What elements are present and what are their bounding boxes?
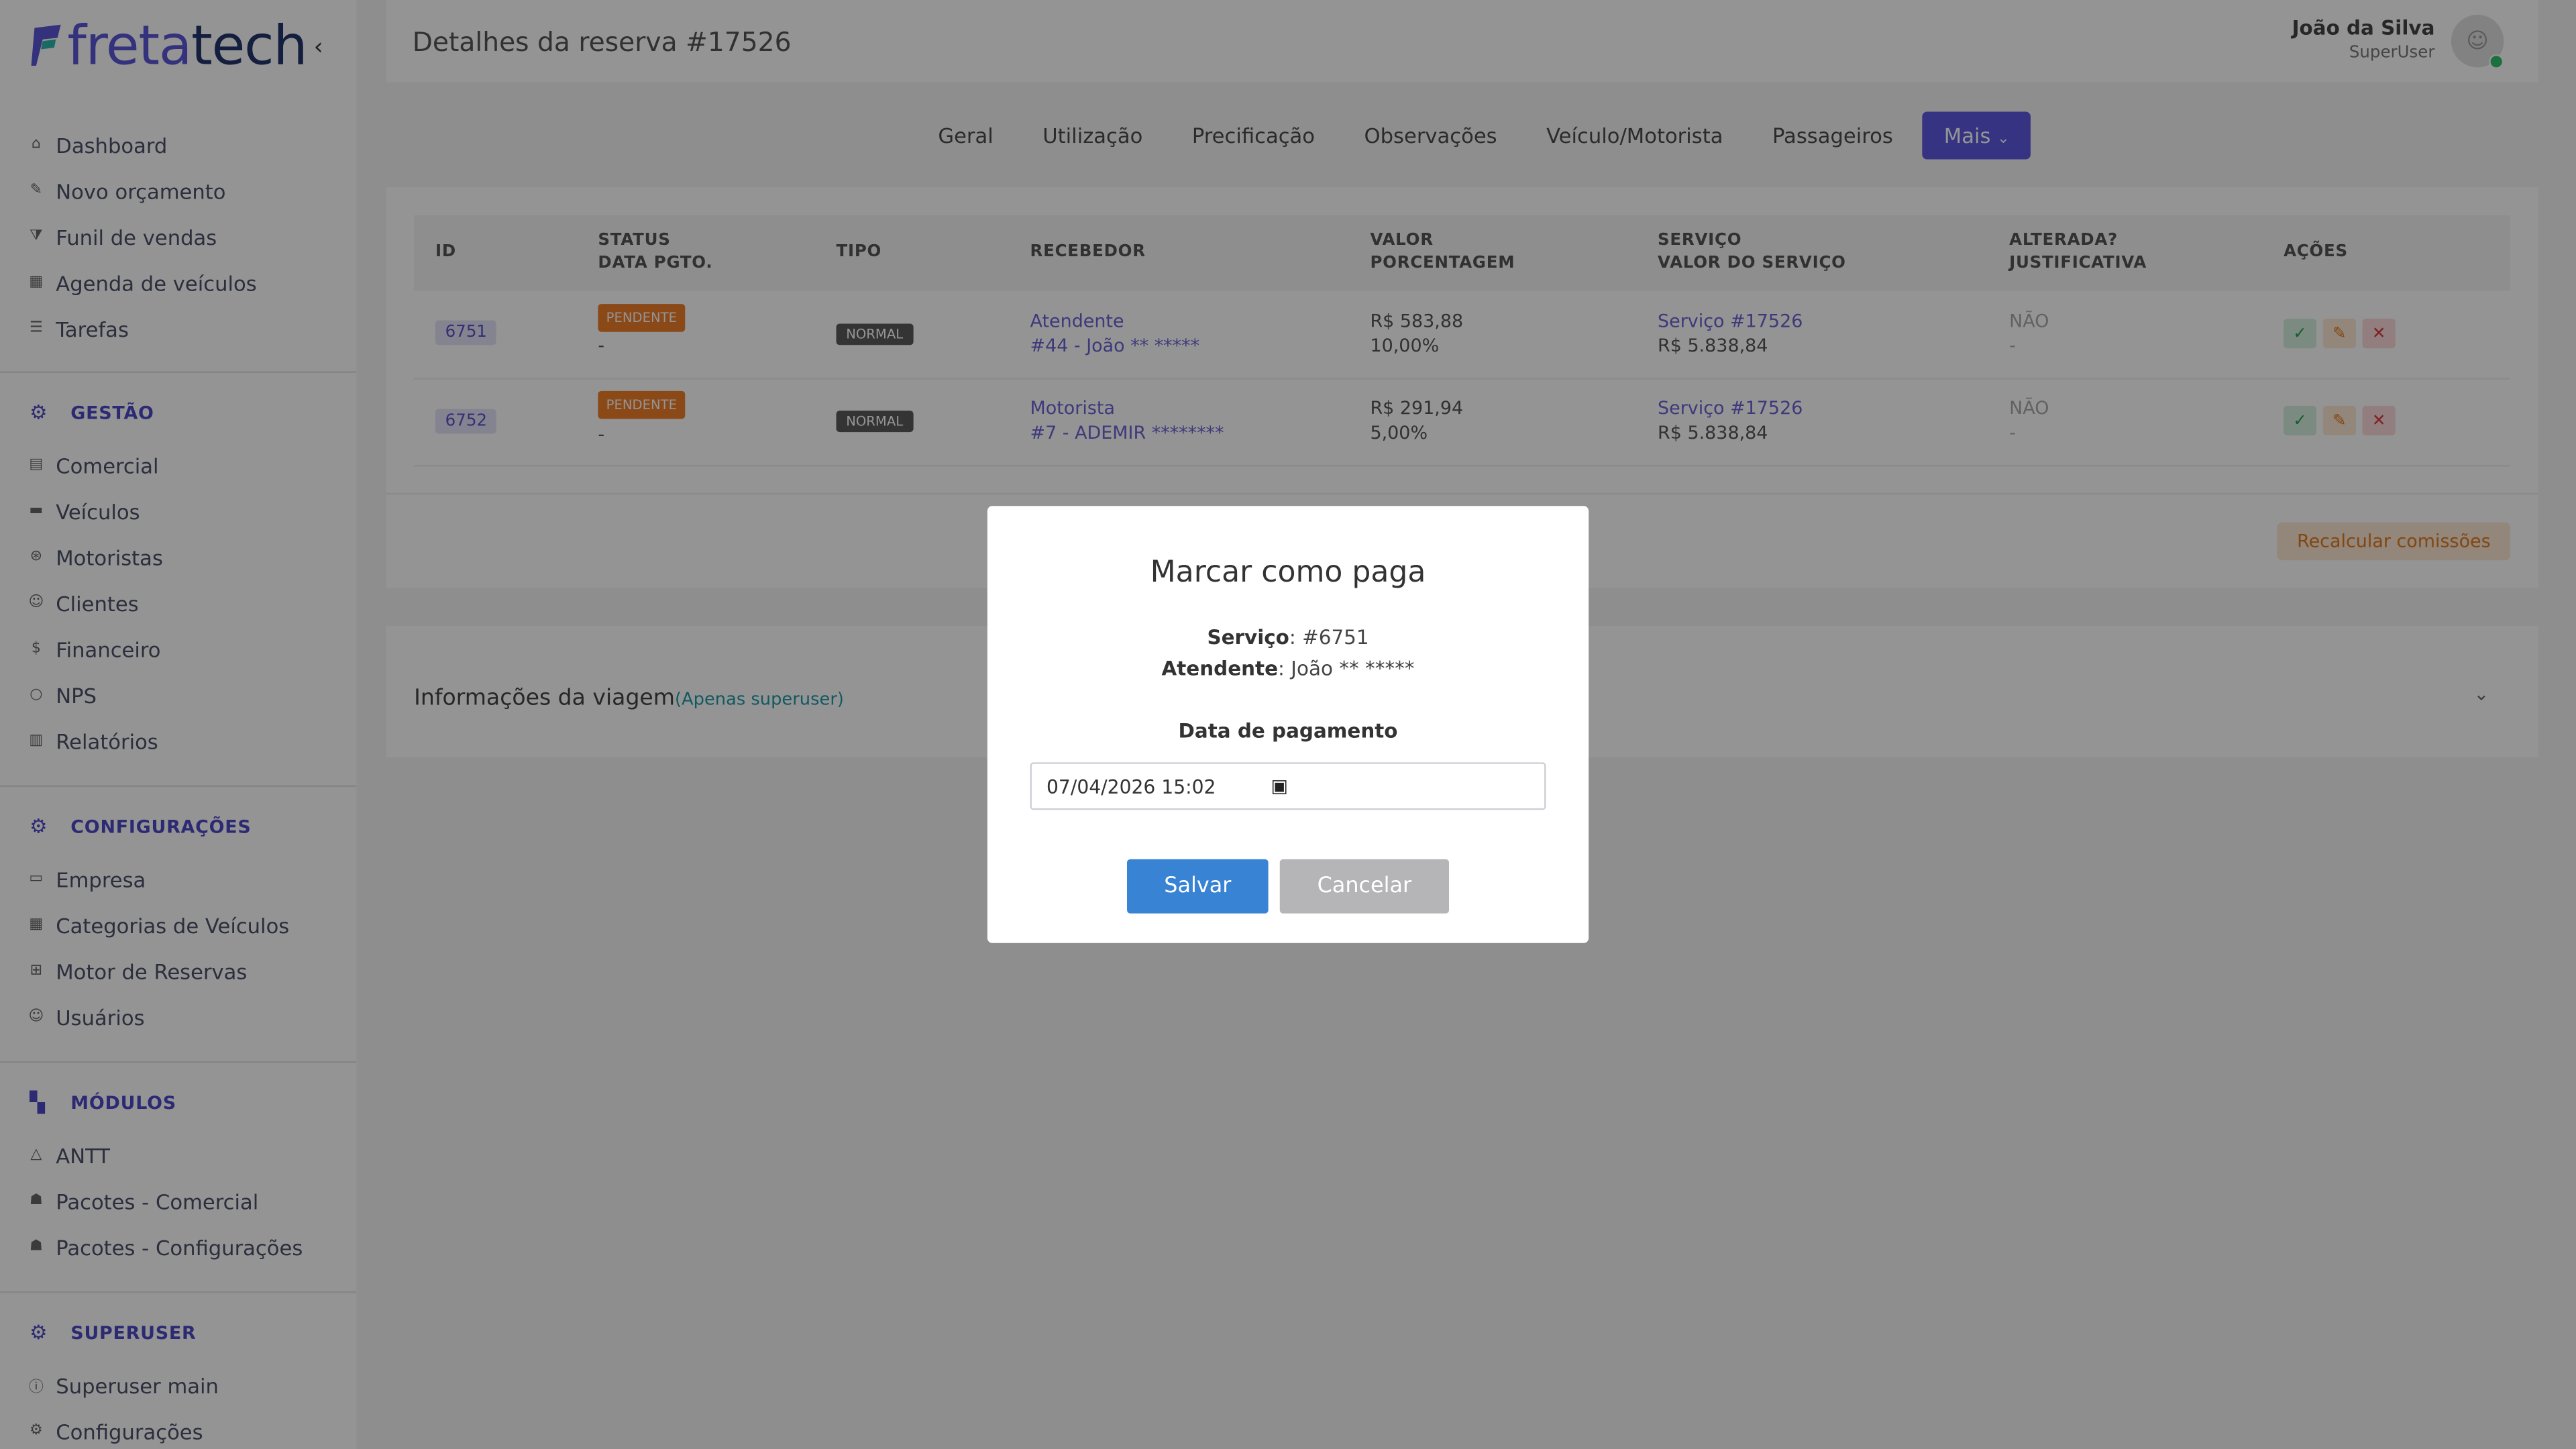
cancel-button[interactable]: Cancelar [1279, 859, 1450, 914]
save-button[interactable]: Salvar [1127, 859, 1269, 914]
modal-atendente: Atendente: João ** ***** [1161, 657, 1415, 680]
calendar-icon[interactable]: ▣ [1271, 775, 1288, 797]
payment-date-input[interactable]: 07/04/2026 15:02 ▣ [1030, 762, 1546, 810]
date-label: Data de pagamento [1178, 719, 1398, 743]
modal-title: Marcar como paga [1150, 555, 1426, 590]
payment-date-value: 07/04/2026 15:02 [1046, 774, 1216, 798]
mark-paid-modal: Marcar como paga Serviço: #6751 Atendent… [987, 506, 1589, 943]
modal-servico: Serviço: #6751 [1207, 626, 1369, 649]
